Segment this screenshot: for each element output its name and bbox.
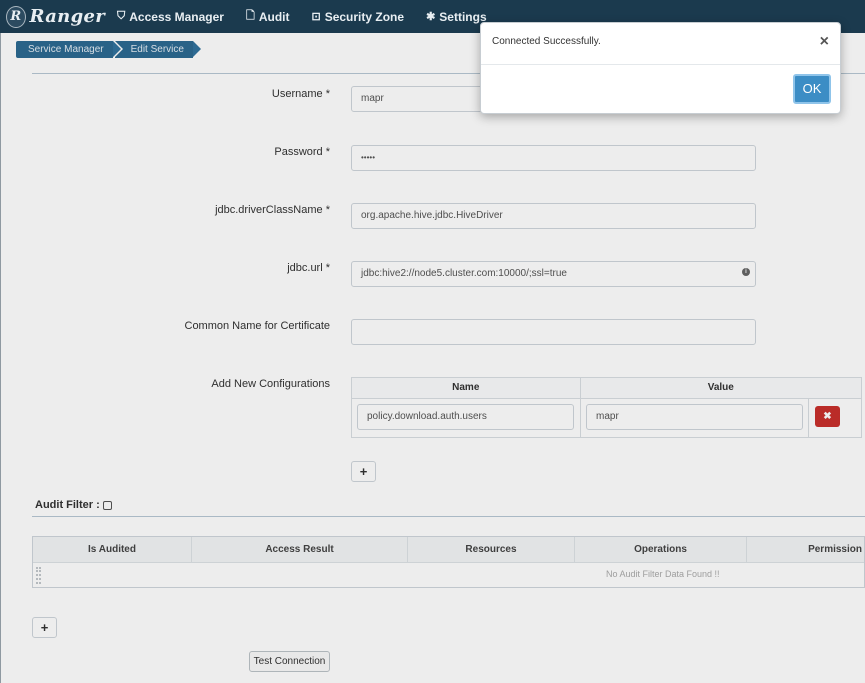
breadcrumb-service-manager[interactable]: Service Manager	[16, 41, 121, 58]
nav-security-zone[interactable]: ⊡ Security Zone	[311, 0, 404, 33]
username-label: Username *	[271, 88, 330, 100]
config-row: policy.download.auth.users mapr	[352, 399, 861, 438]
nav-settings[interactable]: ✱ Settings	[426, 0, 487, 33]
delete-config-button[interactable]: ✖	[815, 406, 840, 427]
file-icon: 🗋	[245, 10, 255, 22]
jdbc-url-label: jdbc.url *	[287, 262, 330, 274]
driver-class-input[interactable]: org.apache.hive.jdbc.HiveDriver	[351, 203, 756, 229]
nav-access-manager-label: Access Manager	[129, 9, 224, 24]
audit-header-is-audited: Is Audited	[33, 537, 192, 562]
add-config-label: Add New Configurations	[211, 378, 330, 390]
common-name-input[interactable]	[351, 319, 756, 345]
audit-filter-table: Is Audited Access Result Resources Opera…	[32, 536, 865, 588]
audit-header-resources: Resources	[408, 537, 575, 562]
config-header-value: Value	[707, 382, 734, 393]
connection-modal: Connected Successfully. × OK	[480, 22, 841, 114]
config-name-cell: policy.download.auth.users	[352, 399, 581, 438]
password-input[interactable]: •••••	[351, 145, 756, 171]
config-table-header: Name Value	[352, 378, 861, 399]
modal-message: Connected Successfully.	[492, 36, 601, 47]
config-name-input[interactable]: policy.download.auth.users	[357, 404, 574, 430]
driver-class-label: jdbc.driverClassName *	[215, 204, 330, 216]
info-icon[interactable]: i	[742, 268, 750, 276]
common-name-label: Common Name for Certificate	[184, 320, 331, 332]
ok-button[interactable]: OK	[793, 74, 831, 104]
breadcrumb: Service Manager Edit Service	[16, 41, 202, 58]
gear-icon: ✱	[426, 11, 436, 23]
jdbc-url-input[interactable]: jdbc:hive2://node5.cluster.com:10000/;ss…	[351, 261, 756, 287]
nav-audit-label: Audit	[258, 9, 290, 24]
username-input[interactable]: mapr	[351, 86, 491, 112]
nav-audit[interactable]: 🗋 Audit	[246, 0, 290, 33]
drag-handle-icon[interactable]	[36, 567, 41, 584]
page-left-border	[0, 33, 1, 683]
audit-filter-text: Audit Filter :	[35, 499, 100, 511]
nav-security-zone-label: Security Zone	[324, 9, 405, 24]
shield-icon: ⛉	[117, 10, 126, 22]
config-table: Name Value policy.download.auth.users ma…	[351, 377, 862, 438]
nav-access-manager[interactable]: ⛉ Access Manager	[117, 0, 224, 33]
audit-header-permission: Permission	[808, 544, 862, 555]
add-audit-filter-button[interactable]: +	[32, 617, 57, 638]
nav-settings-label: Settings	[439, 9, 487, 24]
audit-header-access-result: Access Result	[192, 537, 408, 562]
brand-name: Ranger	[29, 6, 105, 27]
jdbc-url-value: jdbc:hive2://node5.cluster.com:10000/;ss…	[361, 268, 567, 279]
audit-table-body: No Audit Filter Data Found !!	[33, 563, 864, 587]
audit-divider	[32, 516, 865, 517]
breadcrumb-edit-service[interactable]: Edit Service	[114, 41, 202, 58]
ranger-logo-icon: R	[6, 5, 26, 28]
audit-filter-label: Audit Filter :	[35, 499, 112, 511]
add-config-button[interactable]: +	[351, 461, 376, 482]
audit-table-header: Is Audited Access Result Resources Opera…	[33, 537, 864, 563]
test-connection-button[interactable]: Test Connection	[249, 651, 330, 672]
close-icon[interactable]: ×	[820, 34, 829, 50]
config-value-input[interactable]: mapr	[586, 404, 803, 430]
audit-header-operations: Operations	[575, 537, 747, 562]
zone-icon: ⊡	[311, 11, 321, 23]
password-label: Password *	[274, 146, 330, 158]
config-header-name: Name	[352, 378, 581, 398]
audit-empty-message: No Audit Filter Data Found !!	[606, 569, 720, 579]
audit-filter-checkbox[interactable]	[102, 500, 112, 510]
brand[interactable]: R Ranger	[0, 0, 105, 33]
config-value-cell: mapr	[581, 399, 809, 438]
modal-divider	[481, 64, 840, 65]
